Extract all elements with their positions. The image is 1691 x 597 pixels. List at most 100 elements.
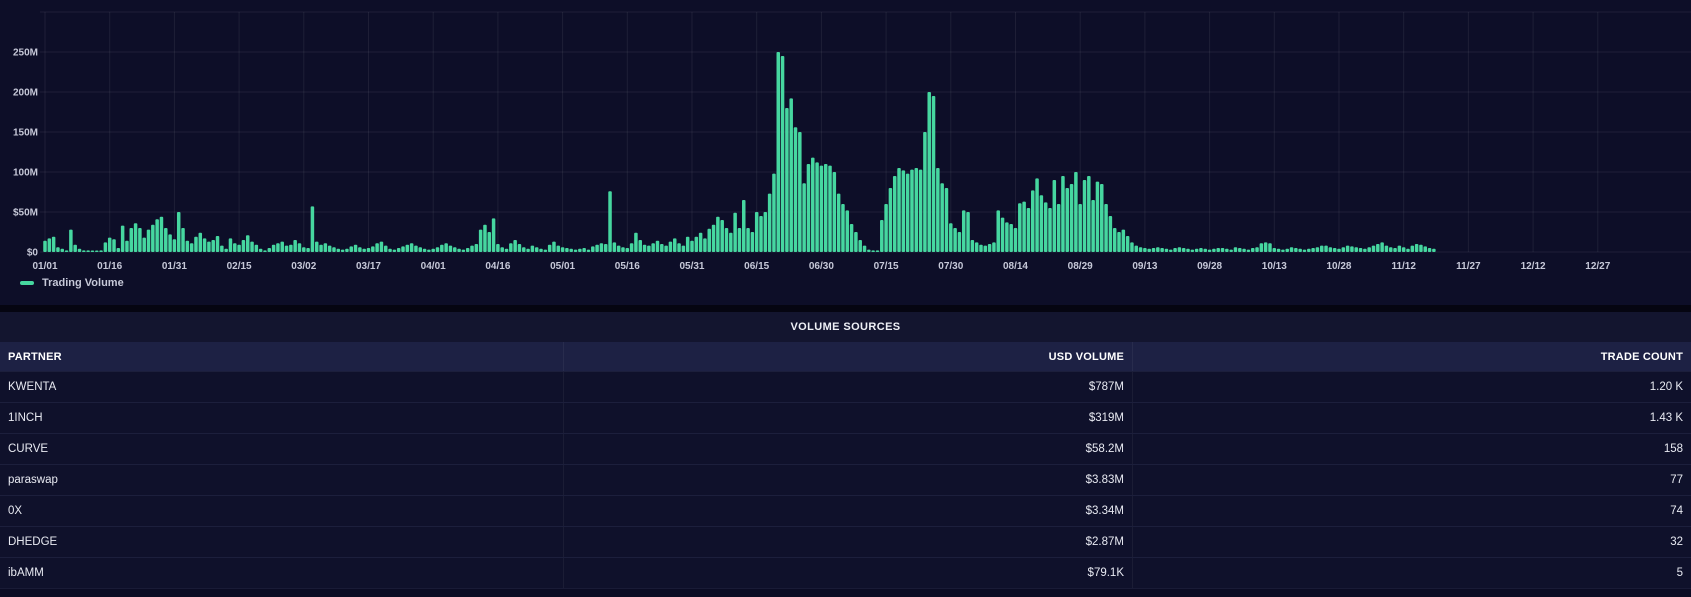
volume-bar[interactable] [207, 242, 211, 252]
volume-bar[interactable] [630, 243, 634, 252]
volume-bar[interactable] [268, 248, 272, 252]
volume-bar[interactable] [125, 241, 129, 252]
trading-volume-chart[interactable]: $0$50M100M150M200M250M01/0101/1601/3102/… [0, 0, 1691, 300]
volume-bar[interactable] [436, 247, 440, 252]
volume-bar[interactable] [1199, 248, 1203, 252]
volume-bar[interactable] [289, 245, 293, 252]
volume-bar[interactable] [621, 247, 625, 252]
volume-bar[interactable] [733, 213, 737, 252]
volume-bar[interactable] [401, 246, 405, 252]
volume-bar[interactable] [1385, 246, 1389, 252]
volume-bar[interactable] [130, 228, 134, 252]
volume-bar[interactable] [1367, 247, 1371, 252]
volume-bar[interactable] [522, 247, 526, 252]
volume-bar[interactable] [332, 247, 336, 252]
volume-bar[interactable] [1298, 249, 1302, 252]
volume-bar[interactable] [345, 249, 349, 252]
volume-bar[interactable] [1333, 248, 1337, 252]
volume-bar[interactable] [1066, 188, 1070, 252]
volume-bar[interactable] [880, 220, 884, 252]
volume-bar[interactable] [690, 241, 694, 252]
volume-bar[interactable] [958, 232, 962, 252]
volume-bar[interactable] [664, 246, 668, 252]
volume-bar[interactable] [52, 237, 56, 252]
volume-bar[interactable] [1229, 250, 1233, 252]
volume-bar[interactable] [695, 237, 699, 252]
volume-bar[interactable] [1281, 250, 1285, 252]
volume-bar[interactable] [1147, 249, 1151, 252]
volume-bar[interactable] [138, 228, 142, 252]
volume-bar[interactable] [496, 244, 500, 252]
volume-bar[interactable] [466, 248, 470, 252]
volume-bar[interactable] [1273, 248, 1277, 252]
volume-bar[interactable] [375, 243, 379, 252]
volume-bar[interactable] [746, 228, 750, 252]
volume-bar[interactable] [216, 236, 220, 252]
volume-bar[interactable] [311, 206, 315, 252]
volume-bar[interactable] [419, 247, 423, 252]
volume-bar[interactable] [1303, 250, 1307, 252]
volume-bar[interactable] [1389, 247, 1393, 252]
volume-bar[interactable] [544, 250, 548, 252]
volume-bar[interactable] [1005, 222, 1009, 252]
volume-bar[interactable] [1329, 247, 1333, 252]
volume-bar[interactable] [513, 240, 517, 252]
volume-bar[interactable] [531, 246, 535, 252]
volume-bar[interactable] [1053, 180, 1057, 252]
volume-bar[interactable] [962, 210, 966, 252]
volume-bar[interactable] [186, 241, 190, 252]
volume-bar[interactable] [492, 218, 496, 252]
volume-bar[interactable] [815, 162, 819, 252]
volume-bar[interactable] [237, 245, 241, 252]
volume-bar[interactable] [777, 52, 781, 252]
volume-bar[interactable] [1225, 249, 1229, 252]
volume-bar[interactable] [1014, 228, 1018, 252]
volume-bar[interactable] [1048, 208, 1052, 252]
chart-legend[interactable]: Trading Volume [20, 277, 124, 289]
volume-bar[interactable] [854, 232, 858, 252]
volume-bar[interactable] [902, 170, 906, 252]
volume-bar[interactable] [565, 248, 569, 252]
volume-bar[interactable] [716, 217, 720, 252]
volume-bar[interactable] [1096, 182, 1100, 252]
volume-bar[interactable] [984, 246, 988, 252]
volume-bar[interactable] [341, 250, 345, 252]
volume-bar[interactable] [384, 246, 388, 252]
volume-bar[interactable] [224, 249, 228, 252]
volume-bar[interactable] [298, 243, 302, 252]
volume-bar[interactable] [1169, 250, 1173, 252]
volume-bar[interactable] [535, 247, 539, 252]
volume-bar[interactable] [117, 248, 121, 252]
volume-bar[interactable] [703, 238, 707, 252]
volume-bar[interactable] [846, 210, 850, 252]
volume-bar[interactable] [897, 168, 901, 252]
volume-bar[interactable] [104, 242, 108, 252]
volume-bar[interactable] [48, 238, 52, 252]
volume-bar[interactable] [725, 228, 729, 252]
volume-bar[interactable] [302, 247, 306, 252]
volume-bar[interactable] [996, 210, 1000, 252]
volume-bar[interactable] [1057, 204, 1061, 252]
volume-bar[interactable] [453, 247, 457, 252]
volume-bar[interactable] [315, 242, 319, 252]
volume-bar[interactable] [561, 247, 565, 252]
volume-bar[interactable] [272, 245, 276, 252]
volume-bars[interactable] [43, 52, 1435, 252]
volume-bar[interactable] [500, 247, 504, 252]
volume-bar[interactable] [738, 228, 742, 252]
volume-bar[interactable] [220, 246, 224, 252]
volume-bar[interactable] [1040, 195, 1044, 252]
volume-bar[interactable] [380, 242, 384, 252]
volume-bar[interactable] [250, 242, 254, 252]
volume-bar[interactable] [617, 246, 621, 252]
volume-bar[interactable] [1083, 180, 1087, 252]
volume-bar[interactable] [824, 164, 828, 252]
volume-bar[interactable] [1031, 190, 1035, 252]
volume-bar[interactable] [1139, 247, 1143, 252]
volume-bar[interactable] [1022, 202, 1026, 252]
volume-bar[interactable] [807, 164, 811, 252]
volume-bar[interactable] [1285, 249, 1289, 252]
volume-bar[interactable] [1415, 244, 1419, 252]
volume-bar[interactable] [1109, 216, 1113, 252]
volume-bar[interactable] [643, 245, 647, 252]
